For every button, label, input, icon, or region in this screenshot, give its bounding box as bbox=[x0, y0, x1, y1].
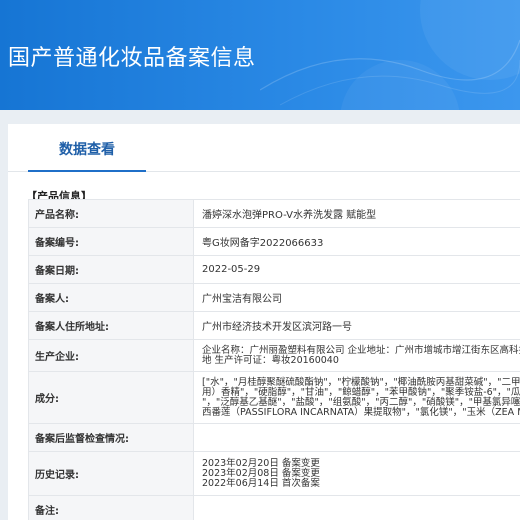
product-name-label: 产品名称: bbox=[28, 199, 194, 228]
table-row: 生产企业: 企业名称：广州丽盈塑料有限公司 企业地址：广州市增城市增江街东区高科… bbox=[28, 339, 520, 372]
ingredients-value: ["水"，"月桂醇聚醚硫酸酯钠"，"柠檬酸钠"，"椰油酰胺丙基甜菜碱"，"二甲苯… bbox=[193, 371, 520, 424]
table-row: 备案编号: 粤G妆网备字2022066633 bbox=[28, 227, 520, 256]
ingredients-line: "，"泛醇基乙基醚"，"盐酸"，"组氨酸"，"丙二醇"，"硝酸镁"，"甲基氯异噻… bbox=[202, 396, 520, 408]
record-date-label: 备案日期: bbox=[28, 255, 194, 284]
banner-decoration bbox=[260, 0, 520, 110]
address-value: 广州市经济技术开发区滨河路一号 bbox=[193, 311, 520, 340]
history-value: 2023年02月20日 备案变更 2023年02月08日 备案变更 2022年0… bbox=[193, 451, 520, 496]
record-number-value: 粤G妆网备字2022066633 bbox=[193, 227, 520, 256]
product-name-value: 潘婷深水泡弹PRO-V水养洗发露 赋能型 bbox=[193, 199, 520, 228]
table-row: 备注: bbox=[28, 495, 520, 520]
history-label: 历史记录: bbox=[28, 451, 194, 496]
manufacturer-line: 地 生产许可证：粤妆20160040 bbox=[202, 354, 339, 366]
content-panel: 数据查看 【产品信息】 产品名称: 潘婷深水泡弹PRO-V水养洗发露 赋能型 备… bbox=[8, 124, 520, 520]
ingredients-label: 成分: bbox=[28, 371, 194, 424]
remarks-value bbox=[193, 495, 520, 520]
table-row: 备案日期: 2022-05-29 bbox=[28, 255, 520, 284]
table-row: 备案人: 广州宝洁有限公司 bbox=[28, 283, 520, 312]
history-entry: 2023年02月20日 备案变更 bbox=[202, 457, 320, 469]
ingredients-line: ["水"，"月桂醇聚醚硫酸酯钠"，"柠檬酸钠"，"椰油酰胺丙基甜菜碱"，"二甲苯… bbox=[202, 376, 520, 388]
remarks-label: 备注: bbox=[28, 495, 194, 520]
ingredients-line: 用）香精"，"硬脂醇"，"甘油"，"鲸蜡醇"，"苯甲酸钠"，"聚季铵盐-6"，"… bbox=[202, 386, 520, 398]
manufacturer-value: 企业名称：广州丽盈塑料有限公司 企业地址：广州市增城市增江街东区高科技工 地 生… bbox=[193, 339, 520, 372]
table-row: 成分: ["水"，"月桂醇聚醚硫酸酯钠"，"柠檬酸钠"，"椰油酰胺丙基甜菜碱"，… bbox=[28, 371, 520, 424]
product-info-table: 产品名称: 潘婷深水泡弹PRO-V水养洗发露 赋能型 备案编号: 粤G妆网备字2… bbox=[28, 199, 520, 520]
address-label: 备案人住所地址: bbox=[28, 311, 194, 340]
header-banner: 国产普通化妆品备案信息 bbox=[0, 0, 520, 110]
table-row: 备案人住所地址: 广州市经济技术开发区滨河路一号 bbox=[28, 311, 520, 340]
table-row: 历史记录: 2023年02月20日 备案变更 2023年02月08日 备案变更 … bbox=[28, 451, 520, 496]
history-entry: 2023年02月08日 备案变更 bbox=[202, 467, 320, 479]
ingredients-line: 西番莲（PASSIFLORA INCARNATA）果提取物"，"氯化镁"，"玉米… bbox=[202, 406, 520, 418]
record-number-label: 备案编号: bbox=[28, 227, 194, 256]
record-date-value: 2022-05-29 bbox=[193, 255, 520, 284]
tab-data-view[interactable]: 数据查看 bbox=[28, 124, 146, 172]
table-row: 产品名称: 潘婷深水泡弹PRO-V水养洗发露 赋能型 bbox=[28, 199, 520, 228]
history-entry: 2022年06月14日 首次备案 bbox=[202, 477, 320, 489]
registrant-label: 备案人: bbox=[28, 283, 194, 312]
table-row: 备案后监督检查情况: bbox=[28, 423, 520, 452]
registrant-value: 广州宝洁有限公司 bbox=[193, 283, 520, 312]
page-title: 国产普通化妆品备案信息 bbox=[8, 46, 256, 71]
supervision-value bbox=[193, 423, 520, 452]
manufacturer-label: 生产企业: bbox=[28, 339, 194, 372]
supervision-label: 备案后监督检查情况: bbox=[28, 423, 194, 452]
manufacturer-line: 企业名称：广州丽盈塑料有限公司 企业地址：广州市增城市增江街东区高科技工 bbox=[202, 344, 520, 356]
tab-bar: 数据查看 bbox=[8, 124, 520, 172]
